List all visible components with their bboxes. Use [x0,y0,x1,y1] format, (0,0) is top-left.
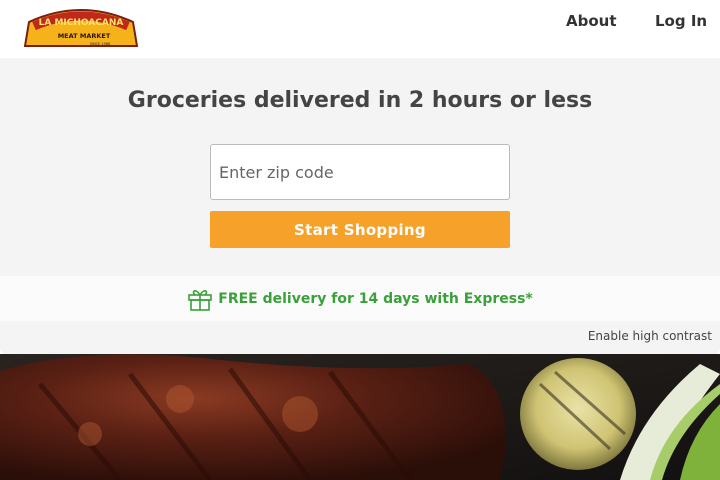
logo-wordmark: LA MICHOACANA [39,18,124,28]
zip-code-input[interactable] [210,144,510,200]
gift-icon [188,289,213,311]
promo-banner[interactable]: FREE delivery for 14 days with Express* [0,276,720,321]
nav-login-link[interactable]: Log In [655,12,707,30]
promo-text: FREE delivery for 14 days with Express* [218,290,533,307]
start-shopping-button[interactable]: Start Shopping [210,211,510,248]
high-contrast-toggle[interactable]: Enable high contrast [588,329,712,343]
logo-subtitle: MEAT MARKET [58,32,111,40]
hero-food-photo [0,354,720,480]
accessibility-bar: Enable high contrast [0,321,720,354]
logo-since: SINCE 1986 [90,42,111,46]
store-logo[interactable]: LA MICHOACANA MEAT MARKET SINCE 1986 [22,4,140,50]
grilled-steak-image [0,354,720,480]
hero-title: Groceries delivered in 2 hours or less [127,88,593,113]
nav-about-link[interactable]: About [566,12,617,30]
site-header: LA MICHOACANA MEAT MARKET SINCE 1986 Abo… [0,0,720,58]
hero-section: Groceries delivered in 2 hours or less S… [0,58,720,276]
